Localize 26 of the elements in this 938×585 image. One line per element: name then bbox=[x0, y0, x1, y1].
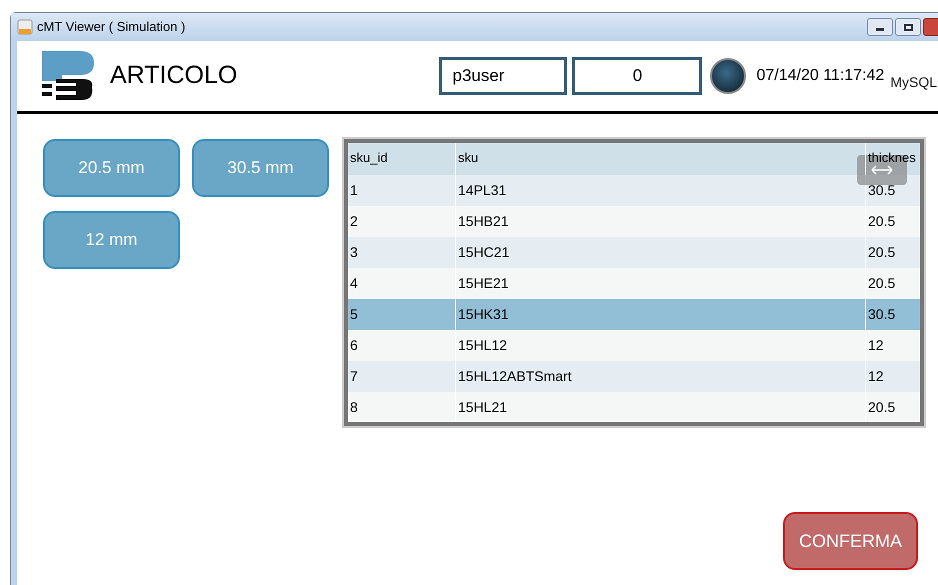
date-time: 07/14/20 11:17:42 bbox=[756, 66, 884, 86]
table-cell: 8 bbox=[348, 392, 456, 422]
status-indicator bbox=[710, 58, 746, 94]
resize-arrows-icon bbox=[871, 165, 893, 175]
confirm-button[interactable]: CONFERMA bbox=[783, 512, 918, 570]
counter-field: 0 bbox=[572, 57, 702, 95]
maximize-icon bbox=[904, 24, 912, 30]
table-row[interactable]: 8 15HL21 20.5 bbox=[348, 392, 920, 422]
page-title: ARTICOLO bbox=[110, 60, 238, 92]
app-icon bbox=[17, 19, 33, 35]
table-row[interactable]: 7 15HL12ABTSmart 12 bbox=[348, 361, 920, 392]
maximize-button[interactable] bbox=[895, 18, 921, 36]
minimize-icon bbox=[876, 28, 884, 31]
table-row[interactable]: 4 15HE21 20.5 bbox=[348, 268, 920, 299]
table-cell: 15HL21 bbox=[456, 392, 866, 422]
table-cell: 20.5 bbox=[866, 392, 920, 422]
table-row[interactable]: 2 15HB21 20.5 bbox=[348, 206, 920, 237]
mysql-logo: MySQL bbox=[890, 72, 937, 92]
minimize-button[interactable] bbox=[867, 18, 893, 36]
table-row[interactable]: 5 15HK31 30.5 bbox=[348, 299, 920, 330]
table-row[interactable]: 1 14PL31 30.5 bbox=[348, 175, 920, 206]
table-row[interactable]: 3 15HC21 20.5 bbox=[348, 237, 920, 268]
window-title: cMT Viewer ( Simulation ) bbox=[37, 18, 186, 36]
logo-icon bbox=[42, 51, 94, 101]
table-row[interactable]: 6 15HL12 12 bbox=[348, 330, 920, 361]
user-field: p3user bbox=[439, 57, 568, 95]
